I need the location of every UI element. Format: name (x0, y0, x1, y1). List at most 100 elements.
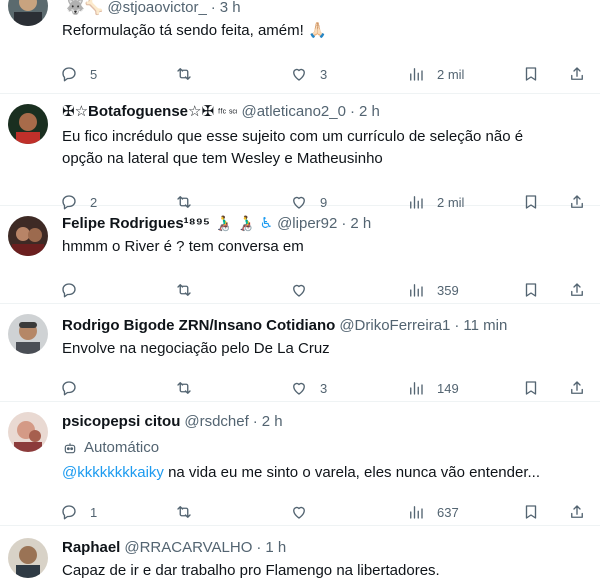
separator-dot: · (349, 103, 355, 120)
views-button[interactable]: 2 mil (407, 65, 522, 83)
views-icon (410, 382, 423, 395)
reply-count: 5 (90, 66, 98, 82)
bookmark-icon (525, 67, 537, 81)
timestamp[interactable]: 2 h (350, 214, 371, 234)
retweet-icon (177, 68, 191, 80)
avatar[interactable] (8, 0, 48, 26)
share-button[interactable] (568, 379, 588, 397)
share-button[interactable] (568, 503, 588, 521)
tweet-text: Eu fico incrédulo que esse sujeito com u… (62, 128, 524, 167)
tweet-header: ✠☆Botafoguense☆✠ ᶠᶠᶜ ˢᶜᶦ @atleticano2_0 … (62, 102, 584, 124)
views-count: 149 (437, 380, 459, 396)
display-name[interactable]: psicopepsi citou (62, 412, 180, 432)
separator-dot: · (454, 317, 460, 334)
share-button[interactable] (568, 65, 588, 83)
reply-button[interactable]: 5 (60, 65, 175, 83)
tweet[interactable]: ✠☆Botafoguense☆✠ ᶠᶠᶜ ˢᶜᶦ @atleticano2_0 … (0, 94, 600, 210)
tweet-text: Capaz de ir e dar trabalho pro Flamengo … (62, 562, 440, 579)
retweet-button[interactable] (175, 65, 290, 83)
display-name[interactable]: Felipe Rodrigues¹⁸⁹⁵ (62, 214, 210, 234)
handle[interactable]: @DrikoFerreira1 (339, 316, 450, 336)
views-icon (410, 68, 423, 81)
views-icon (410, 284, 423, 297)
bookmark-button[interactable] (522, 503, 568, 521)
share-icon (571, 505, 583, 518)
tweet[interactable]: 🐺🦴 @stjoaovictor_ · 3 h Reformulação tá … (0, 0, 600, 94)
like-button[interactable]: 3 (290, 65, 407, 83)
name-emoji: 🐺🦴 (66, 0, 104, 16)
handle[interactable]: @rsdchef (184, 412, 248, 432)
like-button[interactable] (290, 503, 407, 521)
share-button[interactable] (568, 281, 588, 299)
tweet-header: Felipe Rodrigues¹⁸⁹⁵ 👨‍🦽 👨‍🦽 ♿ @liper92 … (62, 214, 584, 234)
reply-button[interactable] (60, 281, 175, 299)
views-count: 359 (437, 282, 459, 298)
retweet-icon (177, 382, 191, 394)
share-icon (571, 67, 583, 80)
avatar[interactable] (8, 412, 48, 452)
reply-icon (62, 505, 76, 520)
like-count: 3 (320, 66, 328, 82)
tweet-header: Rodrigo Bigode ZRN/Insano Cotidiano @Dri… (62, 316, 584, 336)
views-button[interactable]: 359 (407, 281, 522, 299)
bookmark-button[interactable] (522, 65, 568, 83)
bookmark-button[interactable] (522, 379, 568, 397)
avatar[interactable] (8, 104, 48, 144)
timestamp[interactable]: 1 h (265, 538, 286, 558)
automated-label: Automático (62, 438, 584, 458)
retweet-button[interactable] (175, 503, 290, 521)
like-button[interactable] (290, 281, 407, 299)
retweet-button[interactable] (175, 281, 290, 299)
robot-icon (64, 442, 76, 454)
display-name[interactable]: ✠☆Botafoguense☆✠ (62, 102, 214, 122)
like-button[interactable]: 3 (290, 379, 407, 397)
handle[interactable]: @stjoaovictor_ (107, 0, 206, 18)
reply-button[interactable]: 1 (60, 503, 175, 521)
mention-link[interactable]: @kkkkkkkkaiky (62, 464, 164, 481)
retweet-icon (177, 284, 191, 296)
reply-icon (62, 67, 76, 82)
reply-icon (62, 283, 76, 298)
views-button[interactable]: 149 (407, 379, 522, 397)
bookmark-icon (525, 505, 537, 519)
tweet-header: Raphael @RRACARVALHO · 1 h (62, 538, 584, 558)
handle[interactable]: @atleticano2_0 (241, 102, 345, 122)
like-icon (293, 506, 305, 519)
tweet[interactable]: psicopepsi citou @rsdchef · 2 h Automáti… (0, 402, 600, 526)
display-name[interactable]: Raphael (62, 538, 120, 558)
timestamp[interactable]: 2 h (262, 412, 283, 432)
tweet[interactable]: Raphael @RRACARVALHO · 1 h Capaz de ir e… (0, 526, 600, 586)
share-icon (571, 283, 583, 296)
reply-button[interactable] (60, 379, 175, 397)
handle[interactable]: @liper92 (277, 214, 337, 234)
like-icon (293, 284, 305, 297)
tweet-text: @kkkkkkkkaiky na vida eu me sinto o vare… (62, 462, 562, 484)
timestamp[interactable]: 2 h (359, 102, 380, 122)
separator-dot: · (341, 215, 347, 232)
like-icon (293, 382, 305, 395)
bookmark-button[interactable] (522, 281, 568, 299)
views-button[interactable]: 637 (407, 503, 522, 521)
tweet[interactable]: Felipe Rodrigues¹⁸⁹⁵ 👨‍🦽 👨‍🦽 ♿ @liper92 … (0, 206, 600, 304)
automated-text: Automático (84, 439, 160, 456)
avatar[interactable] (8, 216, 48, 256)
bookmark-icon (525, 283, 537, 297)
views-icon (410, 506, 423, 519)
display-name[interactable]: Rodrigo Bigode ZRN/Insano Cotidiano (62, 316, 335, 336)
tweet-header: psicopepsi citou @rsdchef · 2 h (62, 412, 584, 432)
share-icon (571, 381, 583, 394)
like-icon (293, 68, 305, 81)
separator-dot: · (252, 413, 258, 430)
avatar[interactable] (8, 314, 48, 354)
tweet-text: Reformulação tá sendo feita, amém! 🙏🏻 (62, 22, 327, 39)
avatar[interactable] (8, 538, 48, 578)
retweet-button[interactable] (175, 379, 290, 397)
views-count: 637 (437, 504, 459, 520)
timestamp[interactable]: 3 h (220, 0, 241, 18)
tweet-text-rest: na vida eu me sinto o varela, eles nunca… (163, 464, 540, 481)
action-bar: 5 3 2 mil (60, 54, 596, 94)
timestamp[interactable]: 11 min (463, 316, 507, 336)
reply-icon (62, 381, 76, 396)
tweet[interactable]: Rodrigo Bigode ZRN/Insano Cotidiano @Dri… (0, 304, 600, 402)
handle[interactable]: @RRACARVALHO (124, 538, 252, 558)
